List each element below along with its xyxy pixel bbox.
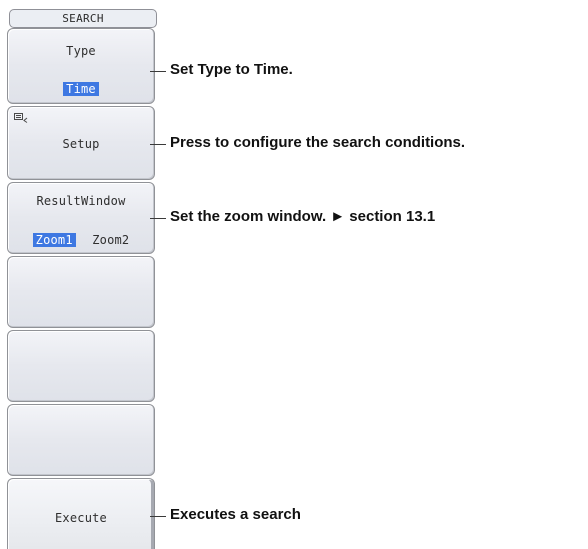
result-window-callout-line [150,218,166,219]
type-label: Type [66,44,96,58]
type-callout-line [150,71,166,72]
execute-callout-text: Executes a search [170,506,301,523]
type-softkey[interactable]: Type Time [7,28,155,104]
search-softkey-panel: SEARCH Type Time Setup ResultWindow Zoom… [0,0,160,549]
menu-header: SEARCH [9,9,157,28]
menu-icon [14,113,28,123]
setup-softkey[interactable]: Setup [7,106,155,180]
result-window-label: ResultWindow [36,194,126,208]
execute-softkey[interactable]: Execute [7,478,155,549]
zoom1-option[interactable]: Zoom1 [32,233,76,247]
empty-softkey-6 [7,404,155,476]
execute-callout-line [150,516,166,517]
empty-softkey-5 [7,330,155,402]
execute-label: Execute [55,511,107,525]
type-callout-text: Set Type to Time. [170,61,293,78]
empty-softkey-4 [7,256,155,328]
setup-callout-text: Press to configure the search conditions… [170,134,466,151]
setup-callout-line [150,144,166,145]
zoom2-option[interactable]: Zoom2 [92,233,129,247]
setup-label: Setup [62,137,100,151]
type-value: Time [63,82,99,96]
result-window-softkey[interactable]: ResultWindow Zoom1 Zoom2 [7,182,155,254]
result-window-callout-text: Set the zoom window. ► section 13.1 [170,208,436,225]
